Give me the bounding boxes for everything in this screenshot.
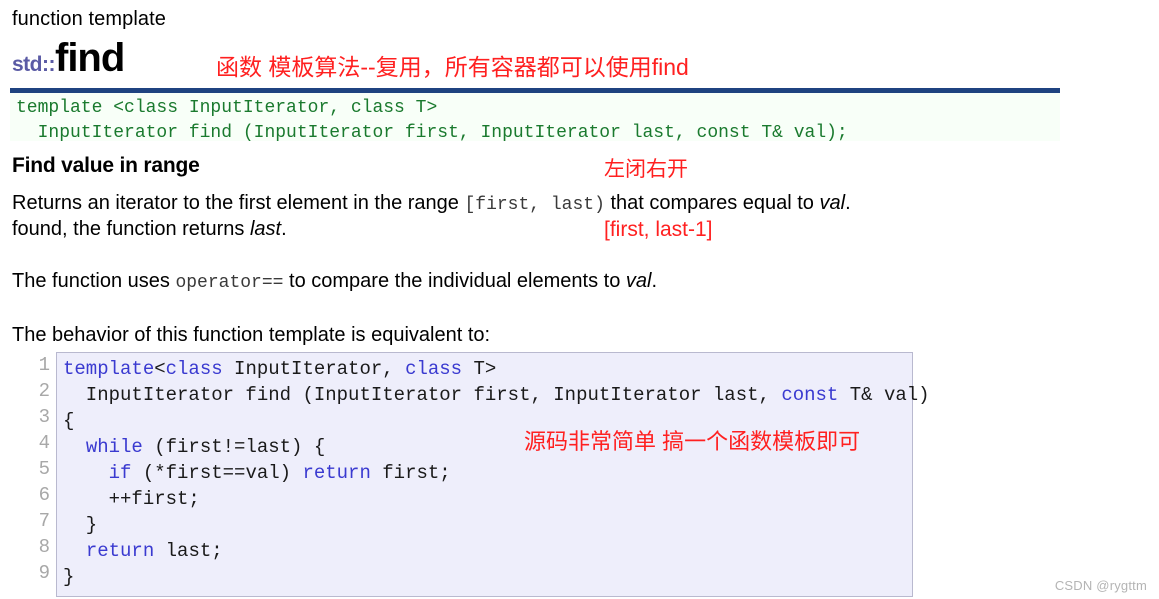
section-heading-find-value-in-range: Find value in range — [12, 154, 200, 177]
code-line: ++first; — [63, 486, 906, 512]
code-line: } — [63, 512, 906, 538]
code-line: return last; — [63, 538, 906, 564]
code-content: template<class InputIterator, class T> I… — [56, 352, 930, 597]
code-line-number: 9 — [38, 562, 50, 584]
code-sample: 1 2 3 4 5 6 7 8 9 template<class InputIterator, … — [16, 352, 930, 597]
code-text: (first!=last) { — [142, 436, 326, 458]
returns-val-emphasis: val — [819, 192, 846, 214]
annotation-source-simple-cn: 源码非常简单 搞一个函数模板即可 — [524, 429, 861, 454]
code-line: template<class InputIterator, class T> — [63, 356, 906, 382]
code-keyword: const — [781, 384, 839, 406]
page-root: function template std:: find 函数 模板算法--复用，… — [0, 0, 1159, 599]
code-text: last; — [154, 540, 223, 562]
code-keyword: class — [405, 358, 463, 380]
signature-line-1: template <class InputIterator, class T> — [16, 98, 438, 118]
title-namespace: std:: — [12, 53, 56, 76]
code-keyword: class — [165, 358, 223, 380]
code-line: InputIterator find (InputIterator first,… — [63, 382, 930, 408]
returns-text-1: Returns an iterator to the first element… — [12, 192, 465, 214]
paragraph-operator: The function uses operator== to compare … — [12, 268, 657, 296]
code-line-number: 2 — [38, 380, 50, 402]
code-line-number: 5 — [38, 458, 50, 480]
found-text-1: found, the function returns — [12, 218, 250, 240]
function-signature-block: template <class InputIterator, class T> … — [10, 93, 1060, 143]
found-last-emphasis: last — [249, 218, 282, 240]
code-line-number: 4 — [38, 432, 50, 454]
code-keyword: if — [108, 462, 132, 484]
title-function-name: find — [55, 36, 125, 80]
returns-period: . — [845, 192, 851, 214]
code-keyword: template — [63, 358, 155, 380]
code-line-number: 6 — [38, 484, 50, 506]
code-keyword: return — [302, 462, 371, 484]
found-period: . — [281, 218, 287, 240]
returns-text-2: that compares equal to — [604, 192, 820, 214]
operator-equals-code: operator== — [175, 273, 284, 293]
paragraph-behavior: The behavior of this function template i… — [12, 324, 491, 346]
code-line-number: 1 — [38, 354, 50, 376]
watermark: CSDN @rygttm — [1054, 578, 1147, 593]
code-keyword: while — [85, 436, 143, 458]
code-line-number: 7 — [38, 510, 50, 532]
code-text: first; — [370, 462, 451, 484]
code-text: T> — [462, 358, 497, 380]
operator-text-2: to compare the individual elements to — [283, 270, 626, 292]
annotation-range-inclusive: [first, last-1] — [604, 218, 713, 241]
code-text: (*first==val) — [131, 462, 303, 484]
code-text: ++first; — [63, 488, 200, 510]
returns-range-code: [first, last) — [464, 195, 605, 215]
kicker-function-template: function template — [12, 8, 167, 30]
code-text: < — [154, 358, 166, 380]
operator-val-emphasis: val — [625, 270, 652, 292]
code-keyword: return — [85, 540, 155, 562]
signature-line-2: InputIterator find (InputIterator first,… — [16, 123, 848, 143]
code-text: InputIterator, — [222, 358, 406, 380]
operator-period: . — [651, 270, 658, 292]
paragraph-returns: Returns an iterator to the first element… — [12, 190, 851, 218]
code-text: } — [63, 566, 75, 588]
annotation-half-open-range-cn: 左闭右开 — [604, 158, 688, 181]
code-text: { — [63, 410, 75, 432]
operator-text-1: The function uses — [12, 270, 176, 292]
page-title: std:: find — [12, 36, 125, 80]
code-line: } — [63, 564, 906, 590]
code-text: T& val) — [838, 384, 930, 406]
paragraph-found: found, the function returns last. — [12, 216, 287, 242]
annotation-title-cn: 函数 模板算法--复用，所有容器都可以使用find — [216, 54, 689, 80]
code-text: InputIterator find (InputIterator first,… — [63, 384, 782, 406]
code-text: } — [63, 514, 98, 536]
code-line-number: 8 — [38, 536, 50, 558]
code-line-number: 3 — [38, 406, 50, 428]
code-line: if (*first==val) return first; — [63, 460, 906, 486]
code-line-numbers: 1 2 3 4 5 6 7 8 9 — [16, 352, 56, 586]
